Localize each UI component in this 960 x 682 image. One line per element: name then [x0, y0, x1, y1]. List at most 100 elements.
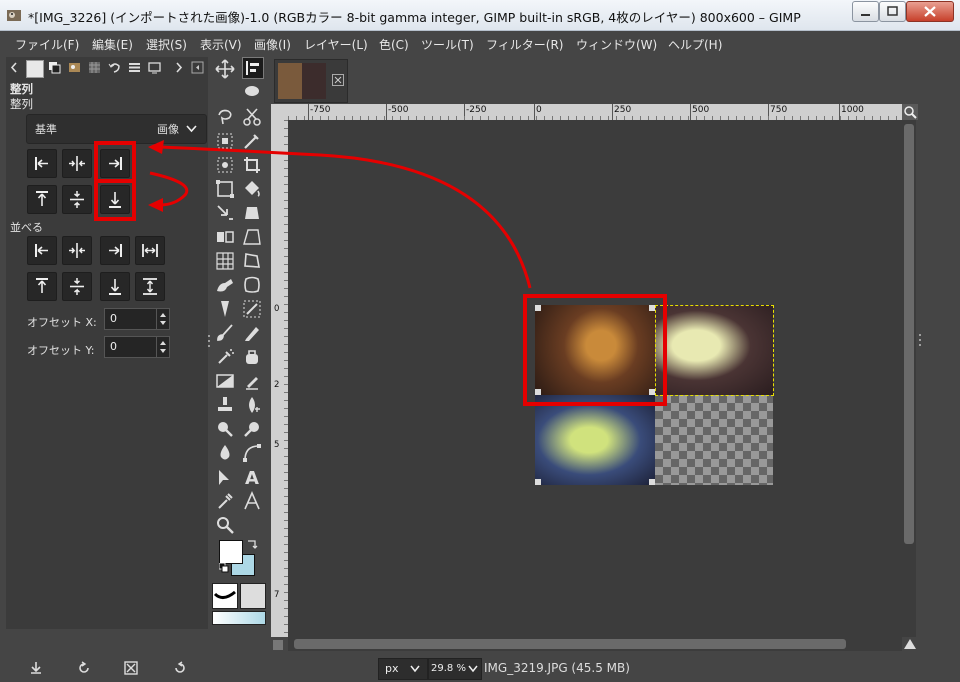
menu-file[interactable]: ファイル(F) — [15, 36, 79, 53]
layers-tab-icon[interactable] — [128, 61, 141, 74]
flip-tool-icon[interactable] — [215, 227, 235, 247]
handle-transform-tool-icon[interactable] — [242, 275, 262, 295]
zoom-tool-icon[interactable] — [215, 515, 235, 535]
minimize-button[interactable] — [852, 1, 879, 22]
handle-bottom-left[interactable] — [535, 389, 541, 395]
offset-x-input[interactable]: 0 — [104, 308, 170, 330]
pattern-preview[interactable] — [240, 583, 266, 609]
move-tool-icon[interactable] — [215, 59, 235, 79]
distribute-center-button[interactable] — [62, 236, 92, 265]
dodge-burn-tool-icon[interactable] — [215, 419, 235, 439]
close-tab-icon[interactable] — [332, 74, 344, 86]
image-canvas[interactable] — [288, 120, 902, 637]
measure-text-tool-icon[interactable] — [242, 491, 262, 511]
distribute-vertical-gap-button[interactable] — [135, 272, 165, 301]
undo-history-tab-icon[interactable] — [108, 61, 121, 74]
menu-layer[interactable]: レイヤー(L) — [304, 36, 368, 53]
distribute-left-button[interactable] — [27, 236, 57, 265]
save-options-icon[interactable] — [28, 660, 44, 676]
ink-tool-icon[interactable] — [215, 299, 235, 319]
align-tool-button[interactable] — [242, 57, 264, 79]
channels-tab-icon[interactable] — [148, 61, 161, 74]
dock-handle-icon[interactable] — [918, 333, 922, 347]
distribute-right-button[interactable] — [100, 236, 130, 265]
scissors-tool-icon[interactable] — [242, 107, 262, 127]
swap-colors-icon[interactable] — [246, 539, 258, 551]
clone-tool-icon[interactable] — [242, 371, 262, 391]
zoom-dropdown[interactable]: 29.8 % — [428, 658, 482, 680]
ink-drop-tool-icon[interactable] — [215, 443, 235, 463]
align-bottom-edge-button[interactable] — [100, 185, 130, 214]
delete-options-icon[interactable] — [123, 660, 139, 676]
distribute-bottom-button[interactable] — [100, 272, 130, 301]
foreground-select-tool-icon[interactable] — [215, 155, 235, 175]
align-left-edge-button[interactable] — [27, 149, 57, 178]
horizontal-scrollbar[interactable] — [288, 637, 902, 651]
align-middle-button[interactable] — [62, 185, 92, 214]
menu-image[interactable]: 画像(I) — [254, 36, 291, 53]
spin-arrows-icon[interactable] — [156, 337, 169, 357]
blur-tool-icon[interactable] — [242, 395, 262, 415]
handle-bottom-left-2[interactable] — [535, 479, 541, 485]
shear-tool-icon[interactable] — [242, 203, 262, 223]
foreground-color-swatch[interactable] — [219, 540, 243, 564]
relative-to-dropdown[interactable]: 基準 画像 — [26, 114, 207, 144]
restore-options-icon[interactable] — [76, 660, 92, 676]
quick-mask-corner[interactable] — [271, 104, 288, 120]
device-status-tab-icon[interactable] — [48, 61, 61, 74]
warp-transform-tool-icon[interactable] — [215, 203, 235, 223]
menu-filters[interactable]: フィルター(R) — [486, 36, 563, 53]
menu-help[interactable]: ヘルプ(H) — [668, 36, 722, 53]
gradient-preview[interactable] — [212, 611, 266, 625]
menu-select[interactable]: 選択(S) — [146, 36, 187, 53]
handle-bottom-right-2[interactable] — [649, 479, 655, 485]
dock-handle-icon[interactable] — [207, 334, 211, 348]
distribute-top-button[interactable] — [27, 272, 57, 301]
navigate-icon[interactable] — [902, 637, 918, 651]
ellipse-select-tool-icon[interactable] — [242, 81, 262, 101]
dock-menu-icon[interactable] — [191, 61, 204, 74]
offset-y-input[interactable]: 0 — [104, 336, 170, 358]
distribute-middle-button[interactable] — [62, 272, 92, 301]
maximize-button[interactable] — [879, 1, 906, 22]
brush-preview[interactable] — [212, 583, 238, 609]
tool-options-tab-icon[interactable] — [26, 60, 44, 78]
image-layer-jars[interactable] — [535, 305, 655, 395]
paintbrush-tool-icon[interactable] — [215, 323, 235, 343]
bucket-fill-tool-icon[interactable] — [242, 179, 262, 199]
smudge-tool-icon[interactable] — [215, 275, 235, 295]
align-right-edge-button[interactable] — [100, 149, 130, 178]
menu-edit[interactable]: 編集(E) — [92, 36, 133, 53]
align-center-horizontal-button[interactable] — [62, 149, 92, 178]
close-window-button[interactable] — [906, 1, 954, 22]
perspective-tool-icon[interactable] — [242, 227, 262, 247]
paths-tool-icon[interactable] — [242, 443, 262, 463]
menu-view[interactable]: 表示(V) — [200, 36, 242, 53]
fuzzy-select-tool-icon[interactable] — [215, 131, 235, 151]
pattern-tab-icon[interactable] — [88, 61, 101, 74]
smudge-alt-tool-icon[interactable] — [242, 419, 262, 439]
zoom-window-icon[interactable] — [902, 104, 918, 120]
crop-tool-icon[interactable] — [242, 155, 262, 175]
image-tab[interactable] — [274, 59, 348, 103]
images-tab-icon[interactable] — [68, 61, 81, 74]
distribute-horizontal-gap-button[interactable] — [135, 236, 165, 265]
vertical-scrollbar[interactable] — [902, 120, 916, 637]
spin-arrows-icon[interactable] — [156, 309, 169, 329]
horizontal-scroll-thumb[interactable] — [294, 639, 846, 649]
free-select-tool-icon[interactable] — [215, 107, 235, 127]
handle-top-right[interactable] — [649, 305, 655, 311]
vertical-scroll-thumb[interactable] — [904, 124, 914, 544]
handle-bottom-right[interactable] — [649, 389, 655, 395]
menu-tools[interactable]: ツール(T) — [421, 36, 474, 53]
heal-tool-icon[interactable] — [242, 347, 262, 367]
chevron-right-icon[interactable] — [172, 61, 185, 74]
text-tool-icon[interactable]: A — [242, 467, 262, 487]
airbrush-tool-icon[interactable] — [215, 347, 235, 367]
perspective-clone-tool-icon[interactable] — [215, 251, 235, 271]
align-top-edge-button[interactable] — [27, 185, 57, 214]
eyedropper-tool-icon[interactable] — [215, 491, 235, 511]
color-picker-tool-icon[interactable] — [242, 131, 262, 151]
chevron-left-icon[interactable] — [8, 61, 21, 74]
menu-windows[interactable]: ウィンドウ(W) — [576, 36, 657, 53]
